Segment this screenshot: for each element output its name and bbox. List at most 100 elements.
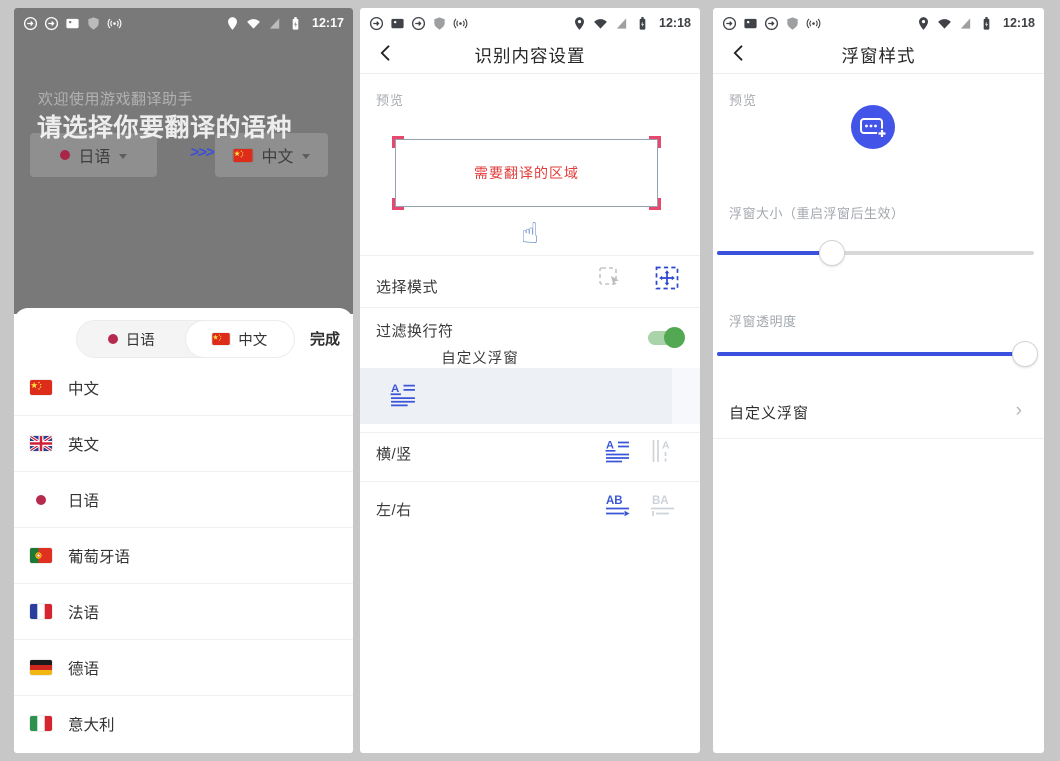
location-icon xyxy=(225,16,240,31)
japan-flag-icon xyxy=(108,334,118,344)
fr-flag-icon xyxy=(30,604,52,619)
japan-flag-icon xyxy=(36,495,46,505)
preview-label: 预览 xyxy=(376,90,404,109)
done-button[interactable]: 完成 xyxy=(310,328,340,349)
filter-linebreak-label: 过滤换行符 xyxy=(376,320,454,341)
status-bar: 12:18 xyxy=(713,12,1044,34)
svg-text:A: A xyxy=(391,383,399,395)
language-label: 葡萄牙语 xyxy=(68,545,130,567)
capture-region-preview: 需要翻译的区域 xyxy=(395,139,658,207)
wifi-icon xyxy=(593,16,608,31)
hotspot-icon xyxy=(806,16,821,31)
language-list: 中文 英文 日语 葡萄牙语 法语 德语 意大利 xyxy=(14,360,353,751)
filter-linebreak-toggle[interactable] xyxy=(648,331,682,345)
float-size-label: 浮窗大小（重启浮窗后生效） xyxy=(729,203,905,222)
shield-icon xyxy=(432,16,447,31)
clock: 12:18 xyxy=(1003,16,1035,30)
language-label: 德语 xyxy=(68,657,99,679)
screen-language-picker: 12:17 欢迎使用游戏翻译助手 请选择你要翻译的语种 日语 >>> 中文 日语… xyxy=(14,8,353,753)
divider xyxy=(360,307,700,308)
chevron-down-icon xyxy=(302,154,310,159)
de-flag-icon xyxy=(30,660,52,675)
floating-window-preview-icon xyxy=(850,104,896,150)
divider xyxy=(713,73,1044,74)
left-to-right-option-icon[interactable]: AB xyxy=(605,493,631,519)
language-label: 中文 xyxy=(68,377,99,399)
language-label: 日语 xyxy=(68,489,99,511)
tab-target-label: 中文 xyxy=(238,329,267,350)
status-bar: 12:17 xyxy=(14,12,353,34)
tab-target-language[interactable]: 中文 xyxy=(186,321,295,357)
battery-icon xyxy=(635,16,650,31)
horizontal-text-option-icon[interactable]: A xyxy=(605,438,631,464)
screenshot-icon xyxy=(390,16,405,31)
tab-source-language[interactable]: 日语 xyxy=(77,321,186,357)
divider xyxy=(360,73,700,74)
toggle-knob xyxy=(664,327,685,348)
sync-icon xyxy=(722,16,737,31)
custom-float-row-label: 自定义浮窗 xyxy=(729,402,809,423)
slider-fill xyxy=(717,251,831,255)
sync-icon xyxy=(764,16,779,31)
china-flag-icon xyxy=(233,149,253,162)
shield-icon xyxy=(86,16,101,31)
japan-flag-icon xyxy=(60,150,70,160)
welcome-text: 欢迎使用游戏翻译助手 xyxy=(38,88,193,109)
svg-text:BA: BA xyxy=(652,495,669,507)
location-icon xyxy=(916,16,931,31)
page-title: 识别内容设置 xyxy=(360,43,700,68)
target-language-label: 中文 xyxy=(261,143,293,167)
clock: 12:18 xyxy=(659,16,691,30)
drag-select-mode-icon[interactable] xyxy=(598,265,624,291)
it-flag-icon xyxy=(30,716,52,731)
float-opacity-slider[interactable] xyxy=(717,341,1034,367)
chevron-right-icon[interactable]: › xyxy=(1016,400,1022,422)
no-signal-icon xyxy=(958,16,973,31)
app-bar: 识别内容设置 xyxy=(360,34,700,74)
right-to-left-option-icon[interactable]: BA xyxy=(650,493,676,519)
screenshot-icon xyxy=(65,16,80,31)
no-signal-icon xyxy=(614,16,629,31)
slider-thumb[interactable] xyxy=(1012,341,1038,367)
page-title: 浮窗样式 xyxy=(713,43,1044,68)
chevron-down-icon xyxy=(119,154,127,159)
svg-text:AB: AB xyxy=(606,495,623,507)
source-language-button[interactable]: 日语 xyxy=(30,133,157,177)
language-list-item[interactable]: 日语 xyxy=(14,472,353,528)
language-list-item[interactable]: 中文 xyxy=(14,360,353,416)
divider xyxy=(713,438,1044,439)
screenshot-icon xyxy=(743,16,758,31)
left-right-label: 左/右 xyxy=(376,499,412,520)
language-list-item[interactable]: 英文 xyxy=(14,416,353,472)
sync-icon xyxy=(23,16,38,31)
preview-label: 预览 xyxy=(729,90,757,109)
svg-text:A: A xyxy=(662,440,670,452)
select-mode-label: 选择模式 xyxy=(376,276,438,297)
language-list-item[interactable]: 葡萄牙语 xyxy=(14,528,353,584)
gb-flag-icon xyxy=(30,436,52,451)
target-language-button[interactable]: 中文 xyxy=(215,133,328,177)
floating-window-overlay-body-edge xyxy=(672,368,700,424)
language-list-item[interactable]: 意大利 xyxy=(14,696,353,751)
divider xyxy=(360,432,700,433)
slider-fill xyxy=(717,352,1024,356)
app-bar: 浮窗样式 xyxy=(713,34,1044,74)
divider xyxy=(360,481,700,482)
sync-icon xyxy=(44,16,59,31)
location-icon xyxy=(572,16,587,31)
language-list-item[interactable]: 德语 xyxy=(14,640,353,696)
language-label: 英文 xyxy=(68,433,99,455)
source-language-label: 日语 xyxy=(78,143,110,167)
status-bar: 12:18 xyxy=(360,12,700,34)
hotspot-icon xyxy=(453,16,468,31)
language-list-item[interactable]: 法语 xyxy=(14,584,353,640)
svg-text:A: A xyxy=(606,440,614,452)
float-size-slider[interactable] xyxy=(717,240,1034,266)
tab-source-label: 日语 xyxy=(126,329,155,350)
language-label: 意大利 xyxy=(68,713,115,735)
screen-float-style: 12:18 浮窗样式 预览 浮窗大小（重启浮窗后生效） 浮窗透明度 自定义浮窗 … xyxy=(713,8,1044,753)
move-select-mode-icon[interactable] xyxy=(654,265,680,291)
vertical-text-option-icon[interactable]: A xyxy=(650,438,676,464)
slider-thumb[interactable] xyxy=(819,240,845,266)
screen-recognition-settings: 12:18 识别内容设置 预览 需要翻译的区域 ☝ 选择模式 过滤换行符 自定义… xyxy=(360,8,700,753)
